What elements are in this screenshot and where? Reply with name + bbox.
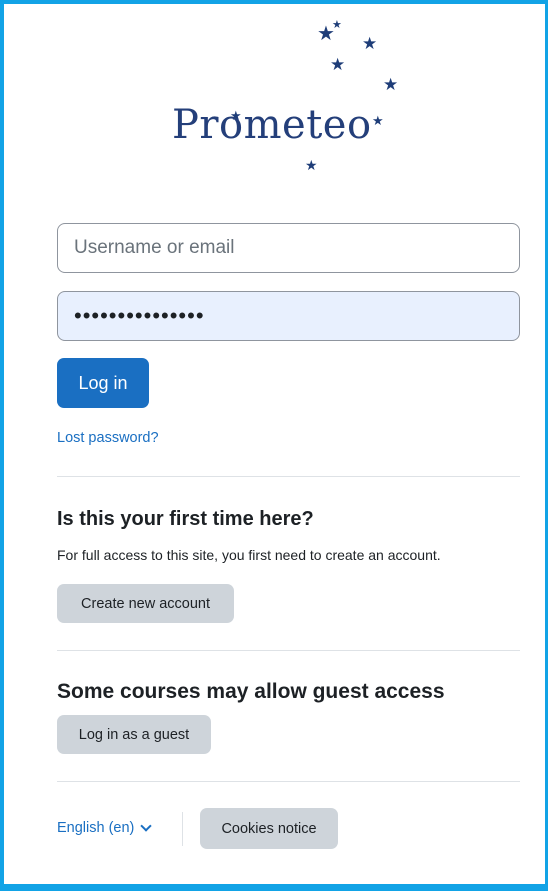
first-time-heading: Is this your first time here? [57, 508, 314, 530]
lost-password-link[interactable]: Lost password? [57, 430, 159, 446]
chevron-down-icon [140, 820, 153, 832]
username-placeholder: Username or email [74, 237, 235, 258]
divider [57, 476, 520, 477]
site-logo: ★ ★ ★ ★ ★ ★ ★ ★ Prometeo [160, 10, 410, 185]
language-label: English (en) [57, 820, 135, 836]
divider [57, 781, 520, 782]
logo-wordmark: Prometeo [172, 102, 372, 148]
first-time-text: For full access to this site, you first … [57, 547, 441, 563]
login-card: ★ ★ ★ ★ ★ ★ ★ ★ Prometeo Username or ema… [0, 0, 548, 891]
guest-access-heading: Some courses may allow guest access [57, 680, 445, 703]
guest-login-button[interactable]: Log in as a guest [57, 715, 211, 754]
divider [57, 650, 520, 651]
login-button[interactable]: Log in [57, 358, 149, 408]
username-input[interactable]: Username or email [57, 223, 520, 273]
star-icon: ★ [372, 113, 384, 128]
cookies-notice-button[interactable]: Cookies notice [200, 808, 338, 849]
star-icon: ★ [330, 55, 346, 74]
language-selector[interactable]: English (en) [57, 820, 153, 836]
star-icon: ★ [332, 19, 342, 31]
password-input[interactable]: ••••••••••••••• [57, 291, 520, 341]
footer-separator [182, 812, 183, 846]
star-icon: ★ [383, 75, 399, 94]
password-value: ••••••••••••••• [74, 303, 205, 328]
create-account-button[interactable]: Create new account [57, 584, 234, 623]
star-icon: ★ [362, 34, 378, 53]
star-icon: ★ [305, 157, 318, 173]
